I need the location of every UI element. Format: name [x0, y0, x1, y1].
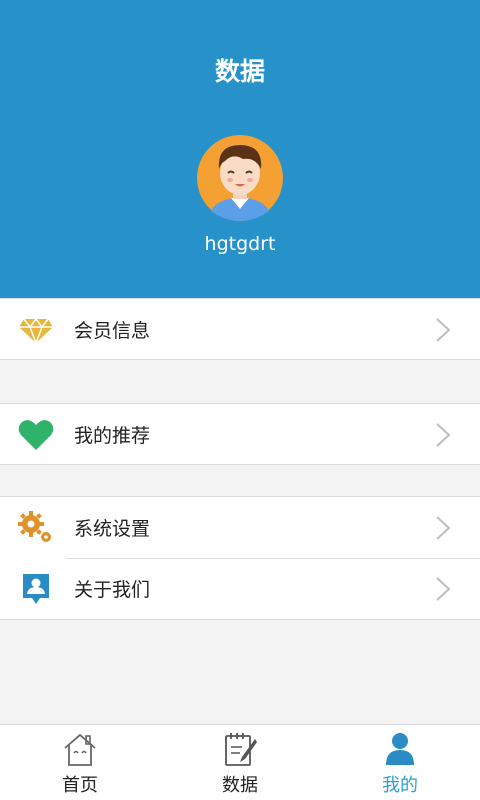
menu-group-recommend: 我的推荐: [0, 403, 480, 465]
tab-label: 我的: [382, 775, 418, 796]
chevron-right-icon: [436, 516, 451, 540]
menu-group-membership: 会员信息: [0, 298, 480, 360]
username: hgtgdrt: [204, 233, 276, 255]
diamond-icon: [19, 317, 53, 346]
menu-item-label: 系统设置: [74, 518, 151, 540]
menu-item-label: 关于我们: [74, 579, 151, 601]
menu-item-about-us[interactable]: 关于我们: [0, 558, 480, 619]
chevron-right-icon: [436, 318, 451, 342]
avatar[interactable]: [197, 135, 283, 221]
menu-item-label: 会员信息: [74, 320, 151, 342]
tab-label: 数据: [222, 775, 258, 796]
page-title: 数据: [214, 57, 265, 86]
menu-group-system: 系统设置 关于我们: [0, 496, 480, 620]
tab-label: 首页: [62, 775, 98, 796]
chevron-right-icon: [436, 423, 451, 447]
tab-data[interactable]: 数据: [160, 725, 320, 800]
heart-icon: [18, 420, 54, 450]
profile-header: 数据 hgtgdrt: [0, 0, 480, 298]
menu-item-member-info[interactable]: 会员信息: [0, 299, 480, 360]
person-icon: [386, 733, 414, 765]
tab-home[interactable]: 首页: [0, 725, 160, 800]
notepad-icon: [225, 733, 257, 766]
bottom-tab-bar: 首页 数据 我的: [0, 724, 480, 800]
contact-card-icon: [23, 574, 49, 604]
menu-item-my-recommend[interactable]: 我的推荐: [0, 404, 480, 465]
gear-icon: [18, 511, 51, 542]
tab-mine[interactable]: 我的: [320, 725, 480, 800]
home-icon: [64, 733, 96, 766]
menu-item-system-settings[interactable]: 系统设置: [0, 497, 480, 558]
menu-item-label: 我的推荐: [74, 425, 151, 447]
chevron-right-icon: [436, 577, 451, 601]
